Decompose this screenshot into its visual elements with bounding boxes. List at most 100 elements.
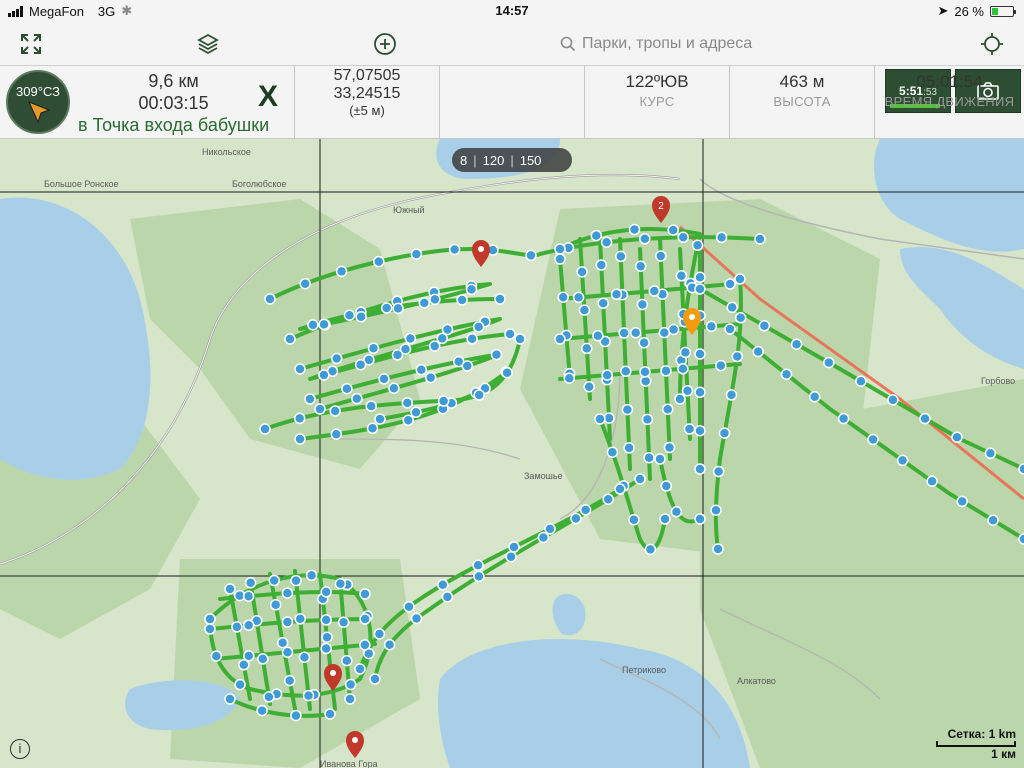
track-point[interactable] — [354, 358, 367, 371]
track-point[interactable] — [501, 366, 513, 379]
track-point[interactable] — [683, 423, 696, 435]
track-point[interactable] — [712, 465, 725, 478]
track-point[interactable] — [659, 513, 671, 525]
track-point[interactable] — [383, 638, 396, 651]
add-icon[interactable] — [369, 28, 401, 60]
track-point[interactable] — [318, 318, 330, 331]
track-point[interactable] — [694, 513, 706, 525]
track-point[interactable] — [404, 332, 417, 345]
track-point[interactable] — [378, 373, 390, 385]
track-point[interactable] — [268, 574, 280, 587]
track-point[interactable] — [367, 342, 380, 355]
track-point[interactable] — [276, 636, 289, 649]
track-point[interactable] — [320, 642, 332, 655]
track-point[interactable] — [320, 614, 332, 626]
search-field[interactable]: Парки, тропы и адреса — [560, 30, 810, 58]
track-point[interactable] — [654, 453, 666, 465]
track-point[interactable] — [667, 224, 679, 236]
track-point[interactable] — [243, 650, 255, 662]
track-point[interactable] — [380, 302, 393, 314]
track-point[interactable] — [570, 512, 582, 525]
track-point[interactable] — [639, 233, 651, 245]
track-point[interactable] — [618, 327, 630, 339]
track-point[interactable] — [281, 616, 294, 628]
track-point[interactable] — [354, 663, 366, 675]
track-point[interactable] — [256, 704, 268, 717]
track-point[interactable] — [344, 678, 357, 691]
fullscreen-icon[interactable] — [15, 28, 47, 60]
track-point[interactable] — [525, 249, 537, 262]
track-point[interactable] — [694, 348, 706, 360]
track-point[interactable] — [710, 504, 722, 516]
track-point[interactable] — [234, 678, 246, 691]
track-point[interactable] — [691, 239, 704, 252]
track-point[interactable] — [284, 333, 296, 345]
track-point[interactable] — [705, 320, 718, 333]
track-point[interactable] — [557, 291, 569, 303]
track-point[interactable] — [554, 333, 566, 345]
track-point[interactable] — [615, 250, 627, 263]
track-point[interactable] — [823, 356, 835, 369]
track-point[interactable] — [494, 293, 506, 305]
track-point[interactable] — [606, 446, 619, 458]
track-point[interactable] — [473, 389, 485, 401]
track-point[interactable] — [403, 600, 415, 613]
track-point[interactable] — [641, 413, 654, 426]
track-point[interactable] — [373, 255, 385, 268]
track-point[interactable] — [752, 345, 764, 358]
track-point[interactable] — [677, 231, 689, 244]
track-point[interactable] — [441, 591, 454, 603]
track-point[interactable] — [715, 231, 728, 244]
track-point[interactable] — [428, 340, 441, 352]
track-point[interactable] — [290, 574, 302, 587]
track-point[interactable] — [269, 599, 282, 611]
track-point[interactable] — [808, 391, 821, 403]
track-point[interactable] — [204, 623, 216, 635]
track-point[interactable] — [259, 423, 271, 435]
track-point[interactable] — [424, 371, 437, 384]
track-point[interactable] — [658, 326, 671, 339]
track-point[interactable] — [210, 650, 223, 662]
track-point[interactable] — [373, 628, 386, 640]
track-point[interactable] — [429, 293, 441, 306]
track-point[interactable] — [401, 397, 414, 409]
track-point[interactable] — [461, 360, 474, 372]
track-point[interactable] — [304, 393, 316, 405]
track-point[interactable] — [456, 294, 468, 306]
track-point[interactable] — [718, 427, 731, 439]
track-point[interactable] — [505, 550, 517, 563]
track-point[interactable] — [734, 273, 746, 285]
track-point[interactable] — [415, 364, 428, 376]
track-point[interactable] — [242, 590, 255, 602]
track-point[interactable] — [355, 310, 367, 323]
track-point[interactable] — [634, 260, 647, 272]
track-point[interactable] — [329, 405, 341, 417]
track-point[interactable] — [581, 342, 593, 355]
track-point[interactable] — [330, 352, 343, 365]
track-point[interactable] — [281, 646, 294, 658]
track-point[interactable] — [663, 441, 676, 454]
track-point[interactable] — [466, 333, 478, 345]
track-point[interactable] — [578, 304, 591, 316]
track-point[interactable] — [359, 639, 371, 651]
track-point[interactable] — [694, 283, 706, 295]
track-point[interactable] — [674, 393, 686, 405]
track-point[interactable] — [754, 233, 766, 245]
track-point[interactable] — [514, 333, 526, 345]
track-point[interactable] — [314, 403, 326, 415]
track-point[interactable] — [694, 271, 706, 284]
track-point[interactable] — [677, 363, 689, 375]
track-point[interactable] — [343, 309, 356, 321]
track-point[interactable] — [244, 577, 257, 589]
track-point[interactable] — [410, 248, 423, 260]
track-point[interactable] — [660, 365, 672, 377]
track-point[interactable] — [576, 266, 588, 278]
track-point[interactable] — [694, 463, 706, 475]
track-point[interactable] — [472, 321, 485, 333]
track-point[interactable] — [638, 337, 650, 349]
track-point[interactable] — [448, 243, 461, 256]
track-point[interactable] — [374, 413, 386, 425]
track-point[interactable] — [648, 285, 661, 297]
track-point[interactable] — [987, 514, 999, 526]
track-point[interactable] — [366, 422, 379, 435]
